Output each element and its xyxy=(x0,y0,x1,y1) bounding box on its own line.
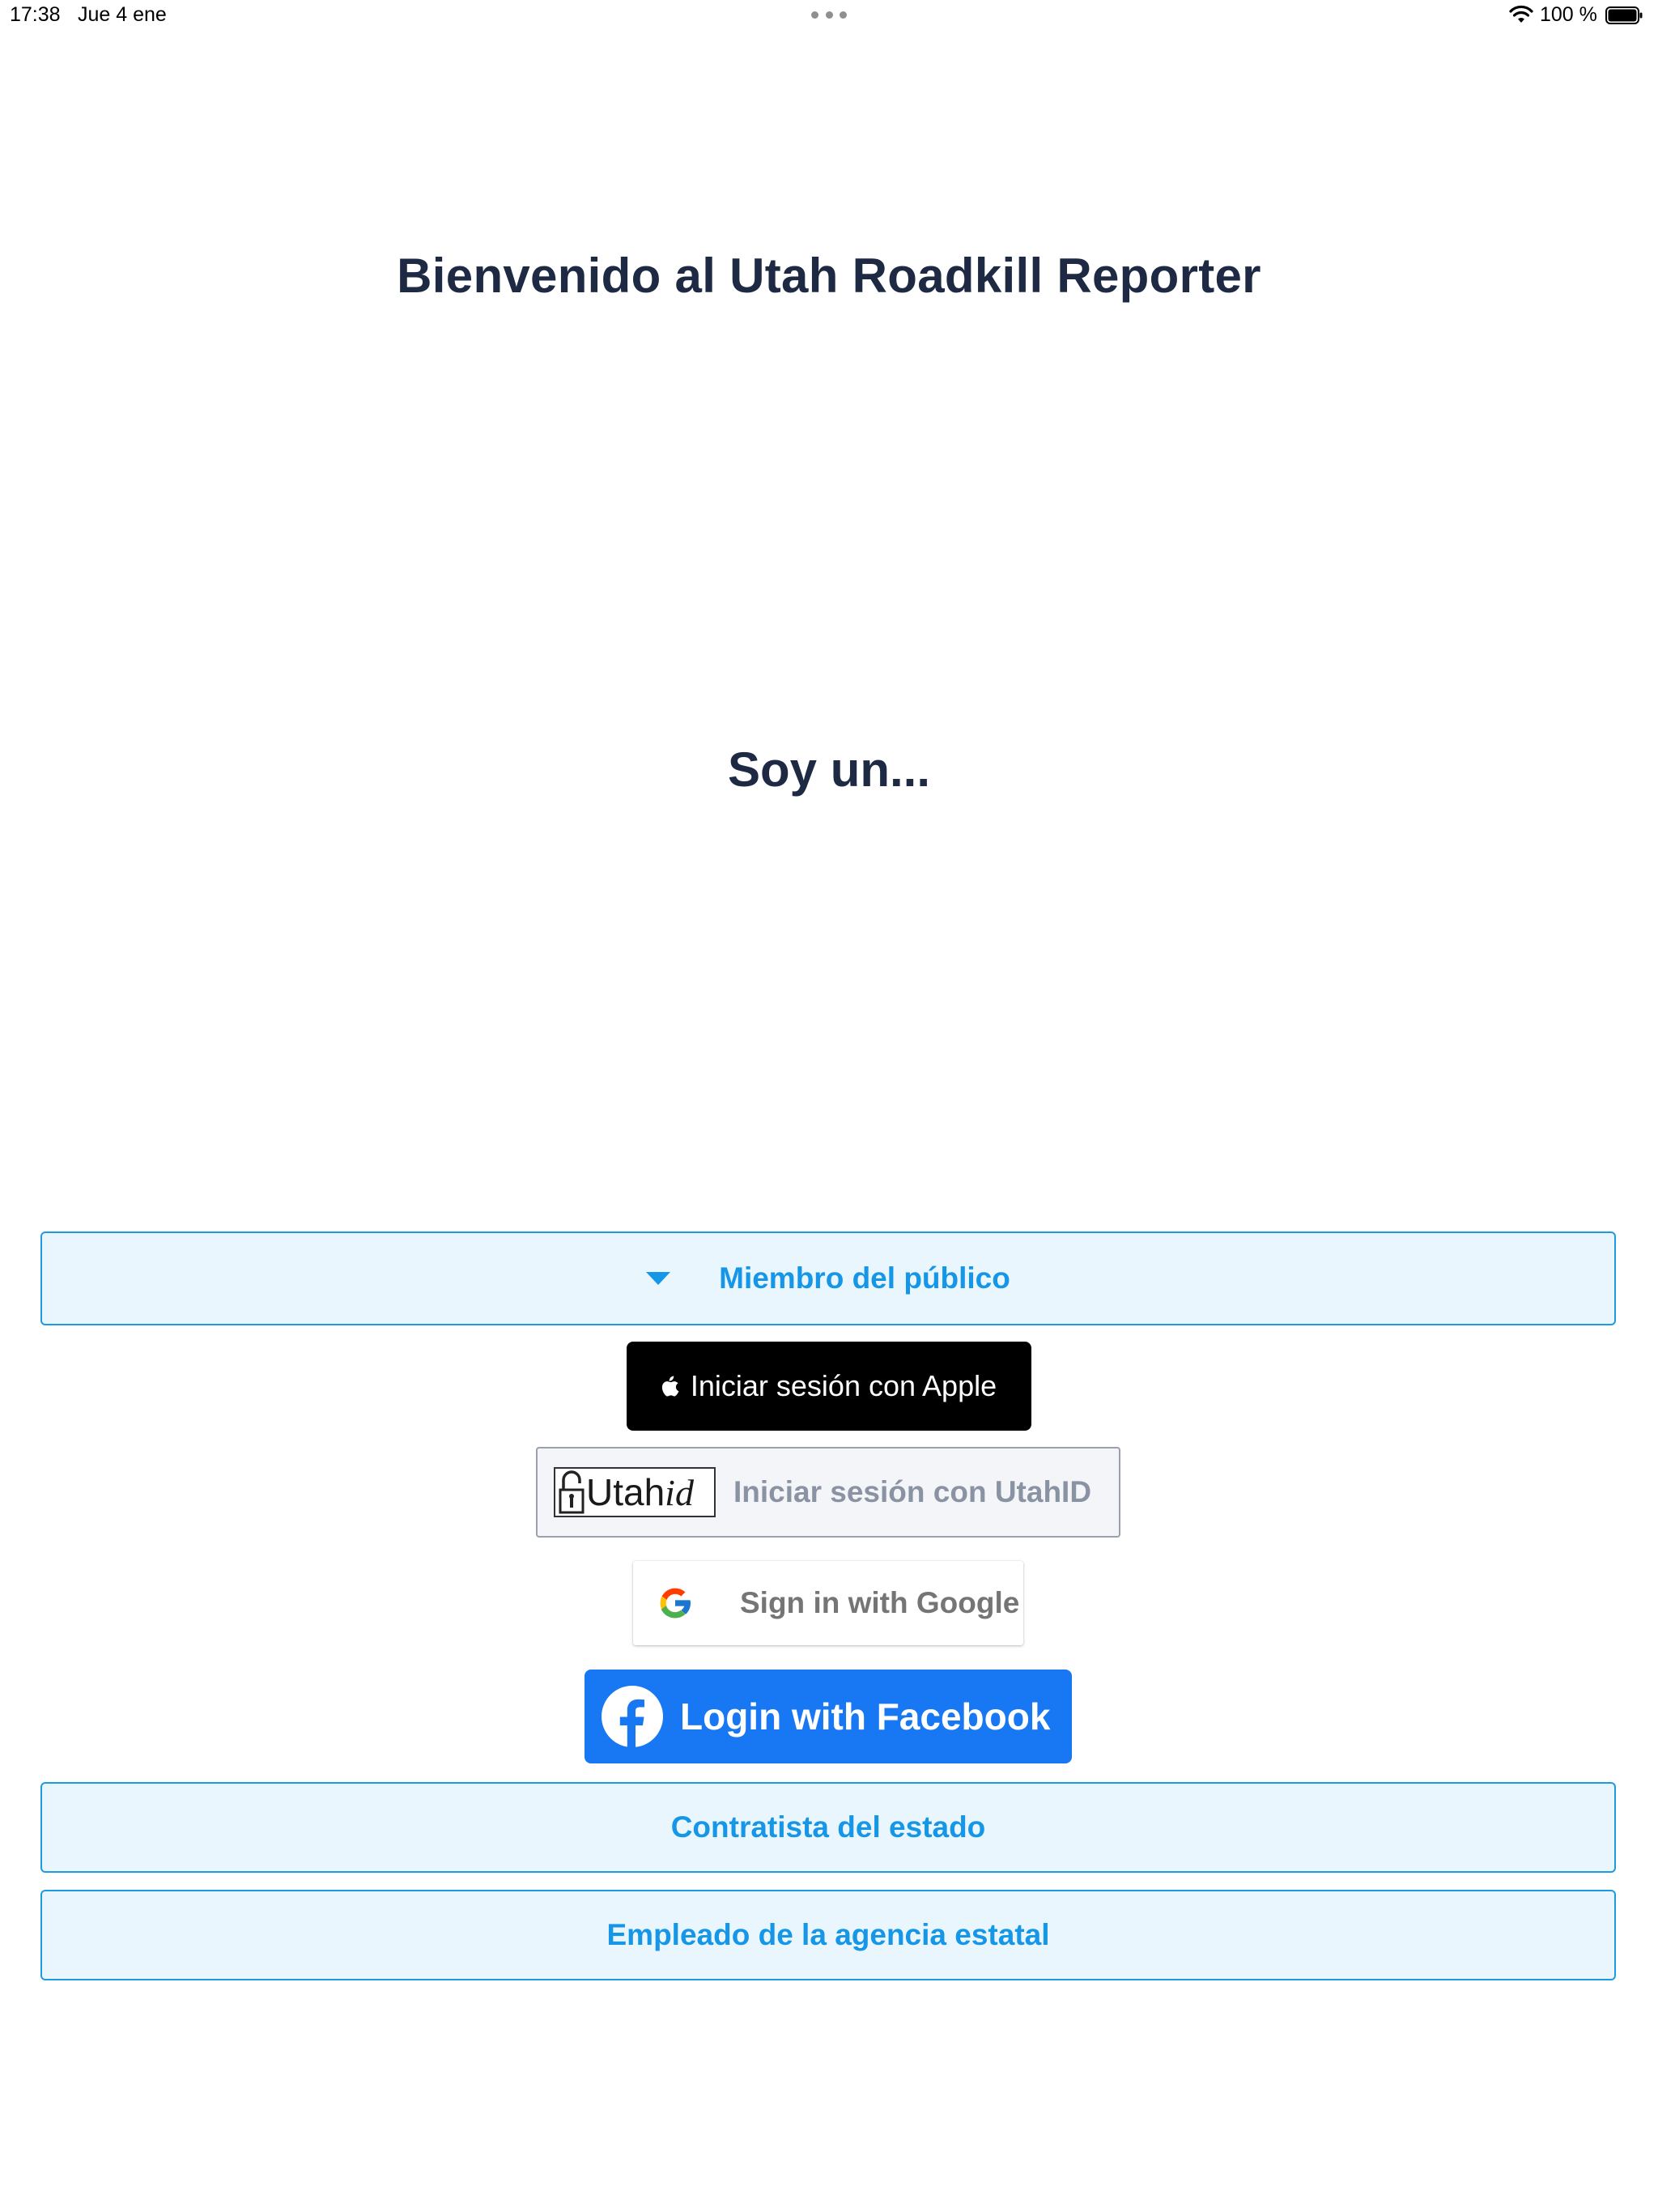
role-employee-button[interactable]: Empleado de la agencia estatal xyxy=(40,1890,1616,1980)
utahid-logo-italic: id xyxy=(665,1472,694,1513)
battery-icon xyxy=(1605,6,1643,24)
page-title: Bienvenido al Utah Roadkill Reporter xyxy=(397,249,1261,303)
role-contractor-button[interactable]: Contratista del estado xyxy=(40,1782,1616,1873)
battery-percentage: 100 % xyxy=(1540,3,1597,26)
utahid-logo-text: Utah xyxy=(586,1471,665,1513)
utahid-signin-label: Iniciar sesión con UtahID xyxy=(733,1475,1092,1508)
utahid-logo: Utahid xyxy=(554,1467,716,1517)
google-icon xyxy=(660,1588,691,1619)
role-public-label: Miembro del público xyxy=(719,1261,1010,1295)
role-public-button[interactable]: Miembro del público xyxy=(40,1231,1616,1325)
apple-icon xyxy=(661,1376,679,1396)
role-contractor-label: Contratista del estado xyxy=(670,1810,986,1844)
status-date: Jue 4 ene xyxy=(78,3,167,26)
login-screen: 17:38 Jue 4 ene 100 % Bienvenido al Utah… xyxy=(0,0,1658,2212)
facebook-icon xyxy=(602,1686,663,1747)
apple-signin-button[interactable]: Iniciar sesión con Apple xyxy=(627,1342,1031,1431)
caret-down-icon xyxy=(646,1272,671,1285)
wifi-icon xyxy=(1509,5,1533,23)
apple-signin-label: Iniciar sesión con Apple xyxy=(690,1369,997,1402)
utahid-signin-button[interactable]: Utahid Iniciar sesión con UtahID xyxy=(536,1447,1120,1538)
status-bar: 17:38 Jue 4 ene 100 % xyxy=(0,0,1658,34)
lock-icon xyxy=(559,1470,585,1514)
google-signin-label: Sign in with Google xyxy=(740,1586,1020,1619)
status-time: 17:38 xyxy=(10,3,61,26)
role-prompt: Soy un... xyxy=(727,742,931,797)
facebook-login-button[interactable]: Login with Facebook xyxy=(585,1670,1072,1763)
role-employee-label: Empleado de la agencia estatal xyxy=(606,1918,1050,1951)
facebook-login-label: Login with Facebook xyxy=(680,1695,1051,1738)
google-signin-button[interactable]: Sign in with Google xyxy=(633,1561,1023,1645)
more-dots-icon[interactable] xyxy=(811,11,847,19)
